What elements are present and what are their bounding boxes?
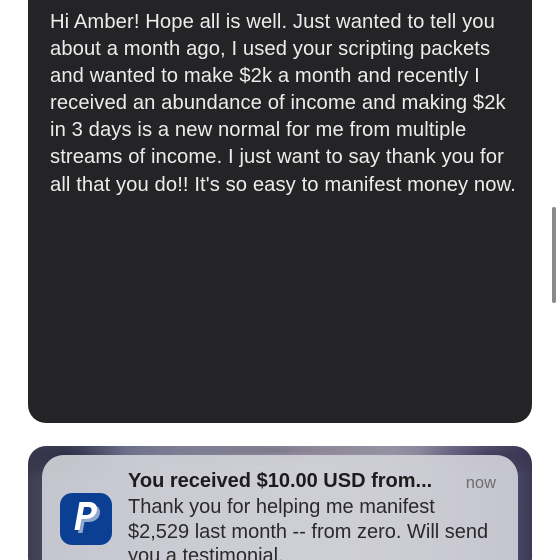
message-text: Hi Amber! Hope all is well. Just wanted … <box>50 11 516 196</box>
notification-body: Thank you for helping me manifest $2,529… <box>128 496 489 560</box>
paypal-icon <box>60 493 112 545</box>
scroll-indicator[interactable] <box>552 207 556 303</box>
notification-title: You received $10.00 USD from... <box>128 470 433 492</box>
paypal-notification[interactable]: You received $10.00 USD from... now Than… <box>42 455 518 560</box>
notification-time: now <box>465 474 496 492</box>
message-card: Hi Amber! Hope all is well. Just wanted … <box>28 0 532 423</box>
